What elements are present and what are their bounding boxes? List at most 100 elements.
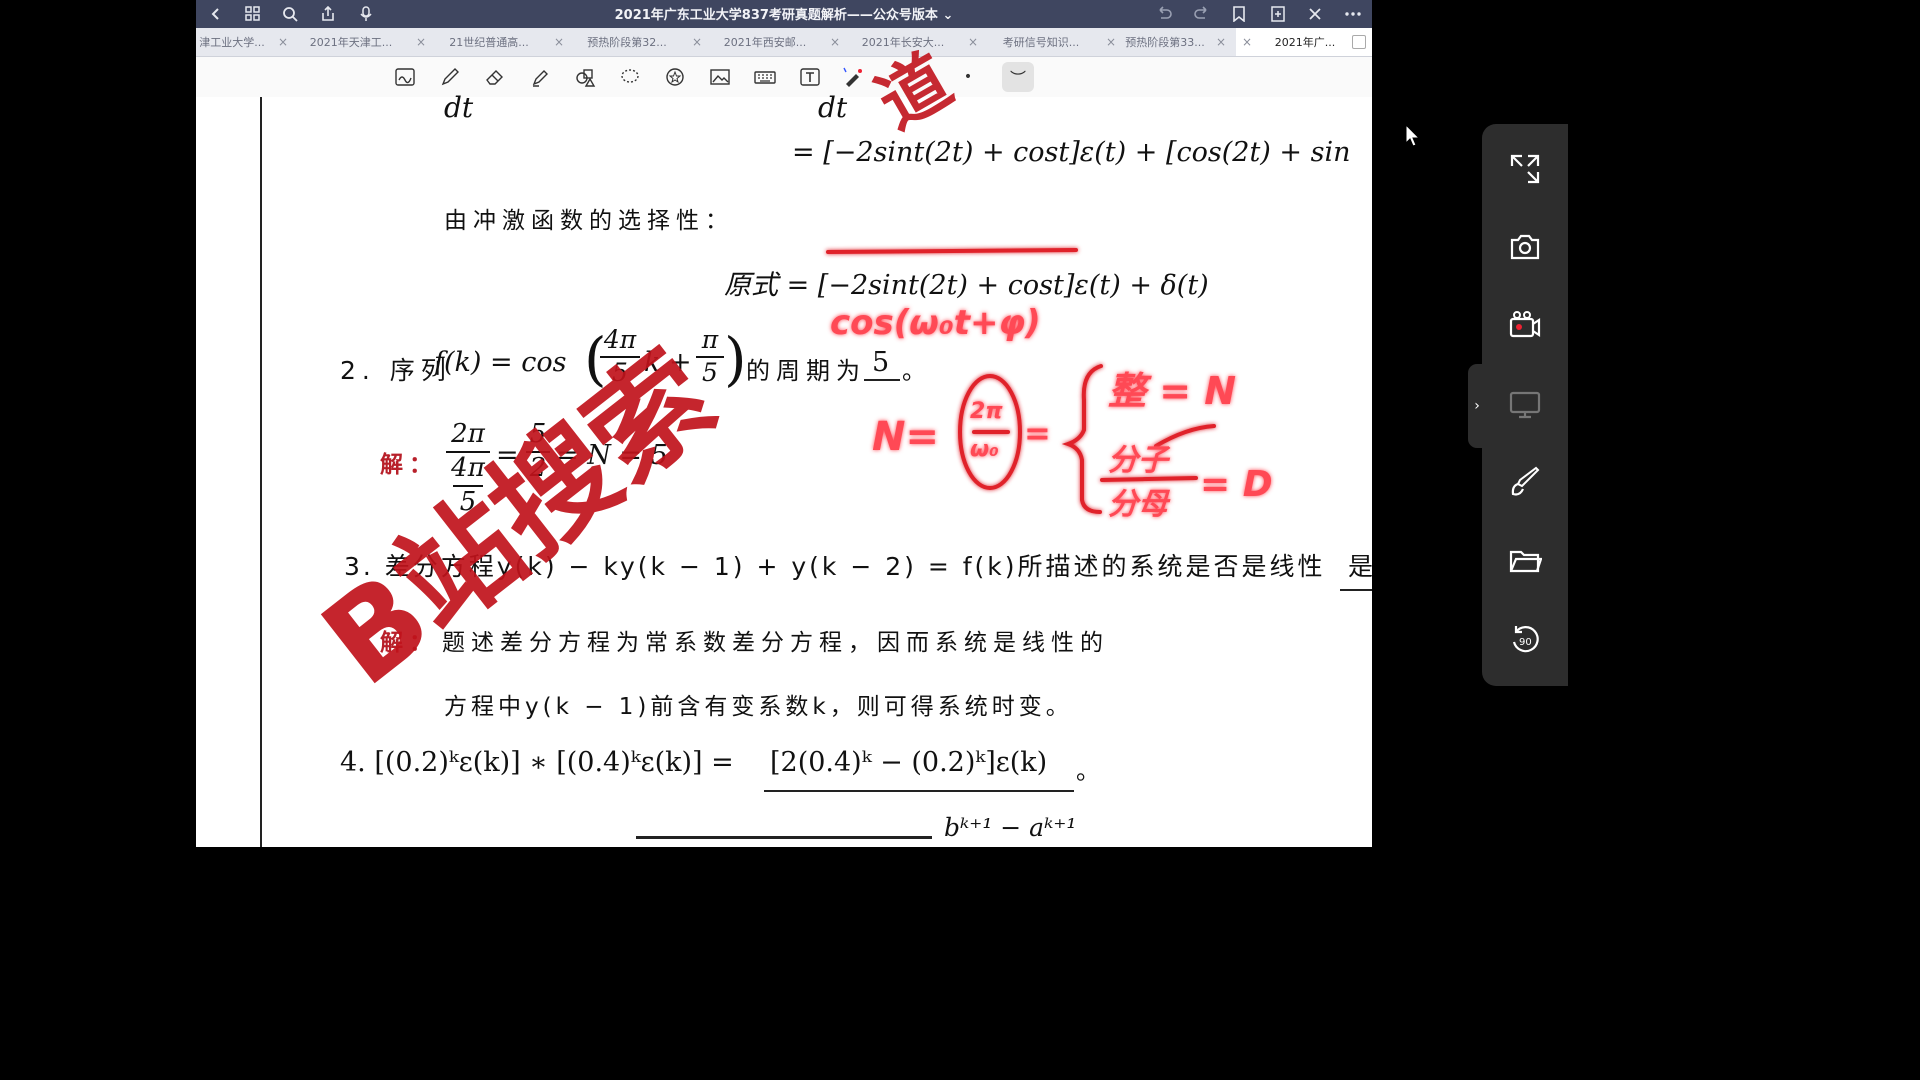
fraction-inner-den: 5 — [453, 485, 483, 517]
brush-icon[interactable] — [1506, 464, 1544, 502]
tab-3[interactable]: 21世纪普通高... × — [434, 28, 570, 56]
tab-9-active[interactable]: × 2021年广... — [1236, 28, 1372, 56]
solution-result: = N = 5 — [556, 440, 668, 471]
text-line: 由冲激函数的选择性： — [444, 208, 734, 234]
document-title-text: 2021年广东工业大学837考研真题解析——公众号版本 — [614, 8, 938, 23]
page-margin-line — [260, 97, 262, 847]
formula-line: = [−2sint(2t) + cost]ε(t) + [cos(2t) + s… — [792, 137, 1351, 168]
tab-close-icon[interactable]: × — [278, 35, 288, 49]
solution-label: 解： — [380, 630, 438, 656]
fraction: π 5 — [696, 325, 724, 387]
question-2-suffix: 的周期为 — [746, 357, 866, 385]
tab-close-icon[interactable]: × — [416, 35, 426, 49]
question-2-inner: k + — [644, 347, 692, 378]
tab-label: 津工业大学... — [199, 36, 265, 49]
record-icon[interactable] — [1506, 306, 1544, 344]
close-icon[interactable] — [1303, 2, 1327, 26]
laser-pointer-icon[interactable] — [840, 64, 866, 90]
screen-cast-icon[interactable] — [1506, 386, 1544, 424]
tab-6[interactable]: 2021年长安大... × — [848, 28, 984, 56]
tab-5[interactable]: 2021年西安邮... × — [710, 28, 846, 56]
question-3: 3. 差分方程y(k) − ky(k − 1) + y(k − 2) = f(k… — [344, 552, 1326, 581]
tab-label: 考研信号知识... — [1002, 36, 1080, 49]
mouse-cursor-icon — [1405, 124, 1421, 147]
undo-icon[interactable] — [1152, 2, 1176, 26]
image-icon[interactable] — [707, 64, 733, 90]
shapes-icon[interactable] — [572, 64, 598, 90]
pen-icon[interactable] — [437, 64, 463, 90]
eraser-icon[interactable] — [482, 64, 508, 90]
punct: 。 — [902, 357, 926, 385]
formula-fragment: dt — [444, 91, 474, 124]
pdf-reader-window: 2021年广东工业大学837考研真题解析——公众号版本 ⌄ 津工业大学... × … — [196, 0, 1372, 847]
solution-line: 方程中y(k − 1)前含有变系数k，则可得系统时变。 — [444, 694, 1073, 720]
fraction-den: 5 — [600, 356, 640, 387]
sticker-icon[interactable] — [662, 64, 688, 90]
rotate-label: 90 — [1519, 637, 1532, 648]
fraction-num: 5 — [529, 419, 547, 449]
formula-fragment: bᵏ⁺¹ − aᵏ⁺¹ — [944, 813, 1077, 842]
more-icon[interactable] — [1341, 2, 1365, 26]
tab-label: 2021年长安大... — [861, 36, 945, 49]
annotation-toolbar: • ︶ — [196, 57, 1372, 98]
lasso-icon[interactable] — [617, 64, 643, 90]
fraction-num: π — [701, 325, 719, 354]
question-2-func: f(k) = cos — [434, 347, 567, 378]
formula-line: 原式 = [−2sint(2t) + cost]ε(t) + δ(t) — [724, 270, 1209, 301]
screenshot-icon[interactable] — [1506, 228, 1544, 266]
bookmark-icon[interactable] — [1227, 2, 1251, 26]
split-view-icon[interactable] — [1352, 35, 1366, 49]
tab-close-icon[interactable]: × — [1242, 35, 1252, 49]
tab-label: 21世纪普通高... — [449, 36, 529, 49]
question-4-answer: [2(0.4)ᵏ − (0.2)ᵏ]ε(k) — [770, 747, 1048, 778]
tab-close-icon[interactable]: × — [692, 35, 702, 49]
tab-1[interactable]: 津工业大学... × — [196, 28, 294, 56]
punct: 。 — [1076, 757, 1100, 785]
collapse-icon[interactable] — [1506, 150, 1544, 188]
answer-underline — [764, 790, 1074, 792]
solution-line: 题述差分方程为常系数差分方程，因而系统是线性的 — [442, 630, 1109, 656]
floating-side-panel: 90 — [1482, 124, 1568, 686]
pdf-page[interactable]: dt dt = [−2sint(2t) + cost]ε(t) + [cos(2… — [196, 91, 1372, 847]
answer-underline — [864, 379, 900, 381]
text-box-icon[interactable] — [797, 64, 823, 90]
tab-2[interactable]: 2021年天津工... × — [296, 28, 432, 56]
stroke-dot-option[interactable]: • — [955, 64, 981, 90]
tab-7[interactable]: 考研信号知识... × — [986, 28, 1122, 56]
chevron-down-icon[interactable]: ⌄ — [942, 8, 953, 23]
folder-icon[interactable] — [1506, 542, 1544, 580]
tab-8[interactable]: 预热阶段第33... × — [1124, 28, 1232, 56]
redo-icon[interactable] — [1190, 2, 1214, 26]
title-bar: 2021年广东工业大学837考研真题解析——公众号版本 ⌄ — [196, 0, 1372, 28]
tab-label: 预热阶段第32... — [587, 36, 667, 49]
fraction-num: 4π — [603, 325, 637, 354]
tab-bar: 津工业大学... × 2021年天津工... × 21世纪普通高... × 预热阶段第… — [196, 28, 1372, 57]
question-4: 4. [(0.2)ᵏε(k)] ∗ [(0.4)ᵏε(k)] = — [340, 747, 734, 778]
add-page-icon[interactable] — [1266, 2, 1290, 26]
tab-close-icon[interactable]: × — [968, 35, 978, 49]
fraction-num: 2π — [451, 419, 485, 449]
fraction-den: 5 — [696, 356, 724, 387]
fraction-den: 4π 5 — [446, 451, 490, 517]
keyboard-icon[interactable] — [752, 64, 778, 90]
formula-fragment: dt — [818, 91, 848, 124]
fraction: 2π 4π 5 — [446, 419, 490, 517]
tab-label: 2021年西安邮... — [723, 36, 807, 49]
tab-close-icon[interactable]: × — [830, 35, 840, 49]
tab-close-icon[interactable]: × — [1106, 35, 1116, 49]
fraction-bar — [636, 836, 932, 839]
stroke-curve-option[interactable]: ︶ — [1002, 62, 1034, 92]
fraction-den: 2 — [526, 451, 550, 483]
tab-4[interactable]: 预热阶段第32... × — [572, 28, 708, 56]
highlighter-icon[interactable] — [527, 64, 553, 90]
tab-label: 2021年广... — [1274, 36, 1336, 49]
solution-label: 解： — [380, 452, 438, 478]
tab-close-icon[interactable]: × — [1216, 35, 1226, 49]
fraction: 5 2 — [526, 419, 550, 483]
tab-close-icon[interactable]: × — [554, 35, 564, 49]
rotate-90-icon[interactable]: 90 — [1506, 620, 1544, 658]
scan-icon[interactable] — [392, 64, 418, 90]
fraction: 4π 5 — [600, 325, 640, 387]
paren-close: ) — [724, 325, 747, 393]
answer-underline — [1340, 589, 1372, 591]
